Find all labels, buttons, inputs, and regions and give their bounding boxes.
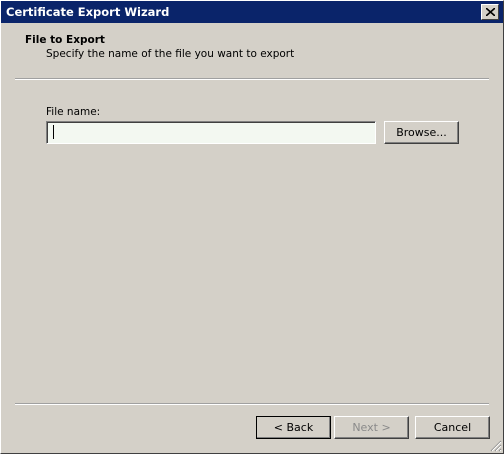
page-subtitle: Specify the name of the file you want to… [46,48,295,60]
text-caret [53,125,54,139]
back-button[interactable]: < Back [256,416,331,439]
close-icon [486,8,495,16]
browse-button[interactable]: Browse... [384,121,459,144]
header-divider [15,78,489,80]
window-title: Certificate Export Wizard [6,5,170,19]
next-button[interactable]: Next > [334,416,409,439]
file-name-input[interactable] [46,121,376,144]
page-title: File to Export [25,34,105,46]
file-name-label: File name: [46,106,101,118]
certificate-export-wizard-window: Certificate Export Wizard File to Export… [0,0,504,454]
close-button[interactable] [481,4,499,20]
title-bar[interactable]: Certificate Export Wizard [1,1,503,23]
wizard-header: File to Export Specify the name of the f… [1,23,503,77]
cancel-button[interactable]: Cancel [415,416,490,439]
resize-grip-icon[interactable] [490,440,502,452]
footer-divider [15,403,489,405]
